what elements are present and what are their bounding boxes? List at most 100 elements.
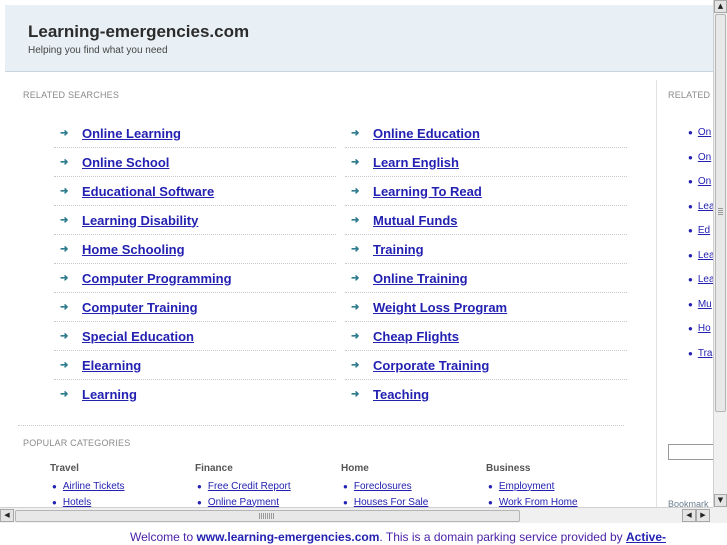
arrow-right-icon: ➜ xyxy=(60,359,69,371)
category-title: Business xyxy=(486,463,531,474)
sidebar-item: ● Ed xyxy=(688,225,710,236)
sidebar-link[interactable]: Mu xyxy=(698,299,712,310)
related-search-link-educational-software[interactable]: Educational Software xyxy=(82,184,214,199)
bullet-icon: ● xyxy=(688,226,693,235)
sidebar-link[interactable]: Tra xyxy=(698,348,713,359)
sidebar-item: ● Lea xyxy=(688,274,713,285)
arrow-right-icon: ➜ xyxy=(60,330,69,342)
related-search-link-cheap-flights[interactable]: Cheap Flights xyxy=(373,329,459,344)
arrow-right-icon: ➜ xyxy=(60,214,69,226)
related-search-link-online-learning[interactable]: Online Learning xyxy=(82,126,181,141)
horizontal-scroll-thumb[interactable] xyxy=(15,510,520,522)
bullet-icon: ● xyxy=(688,348,693,358)
arrow-right-icon: ➜ xyxy=(60,156,69,168)
related-search-item: ➜ Learning To Read xyxy=(345,177,627,206)
scroll-down-button[interactable]: ▼ xyxy=(714,494,727,507)
sidebar-link[interactable]: Ed xyxy=(698,225,710,236)
related-searches-heading: RELATED SEARCHES xyxy=(23,90,120,100)
arrow-right-icon: ➜ xyxy=(351,301,360,313)
related-search-link-learning-disability[interactable]: Learning Disability xyxy=(82,213,198,228)
sidebar-link[interactable]: Ho xyxy=(698,323,711,334)
category-link-foreclosures[interactable]: Foreclosures xyxy=(354,481,412,492)
scroll-up-button[interactable]: ▲ xyxy=(714,0,727,13)
category-link-online-payment[interactable]: Online Payment xyxy=(208,497,279,508)
horizontal-scrollbar[interactable]: ◀ ◀ ▶ xyxy=(0,507,713,523)
related-search-item: ➜ Learn English xyxy=(345,148,627,177)
provider-link[interactable]: Active- xyxy=(626,530,666,544)
arrow-right-icon: ➜ xyxy=(351,359,360,371)
related-search-item: ➜ Special Education xyxy=(54,322,336,351)
bullet-icon: ● xyxy=(488,481,493,491)
related-search-item: ➜ Training xyxy=(345,235,627,264)
category-link-row: ● Free Credit Report xyxy=(195,478,335,494)
related-search-link-learning[interactable]: Learning xyxy=(82,387,137,402)
category-link-free-credit-report[interactable]: Free Credit Report xyxy=(208,481,291,492)
sidebar-link[interactable]: Lea xyxy=(698,250,713,261)
category-link-row: ● Employment xyxy=(486,478,626,494)
bullet-icon: ● xyxy=(688,324,693,333)
related-sidebar: RELATED ● On ● On ● On ● Lea ● Ed ● Lea ● Lea ● Mu ● Ho ● T… xyxy=(668,80,713,510)
bullet-icon: ● xyxy=(688,201,693,211)
sidebar-link[interactable]: On xyxy=(698,176,711,187)
related-search-link-computer-training[interactable]: Computer Training xyxy=(82,300,198,315)
related-search-item: ➜ Computer Training xyxy=(54,293,336,322)
sidebar-item: ● On xyxy=(688,176,711,187)
sidebar-heading: RELATED xyxy=(668,90,711,100)
related-search-link-home-schooling[interactable]: Home Schooling xyxy=(82,242,185,257)
grip-icon xyxy=(718,208,723,216)
related-search-link-online-training[interactable]: Online Training xyxy=(373,271,468,286)
bullet-icon: ● xyxy=(52,497,57,507)
category-home: Home ● Foreclosures ● Houses For Sale xyxy=(341,463,481,510)
sidebar-link[interactable]: Lea xyxy=(698,201,713,212)
sidebar-link[interactable]: On xyxy=(698,127,711,138)
related-search-item: ➜ Computer Programming xyxy=(54,264,336,293)
category-link-work-from-home[interactable]: Work From Home xyxy=(499,497,578,508)
arrow-right-icon: ➜ xyxy=(351,389,360,400)
related-search-link-weight-loss-program[interactable]: Weight Loss Program xyxy=(373,300,507,315)
arrow-right-icon: ➜ xyxy=(351,185,360,197)
related-search-link-mutual-funds[interactable]: Mutual Funds xyxy=(373,213,458,228)
sidebar-item: ● Ho xyxy=(688,323,711,334)
related-search-link-computer-programming[interactable]: Computer Programming xyxy=(82,271,232,286)
category-link-row: ● Airline Tickets xyxy=(50,478,190,494)
related-search-link-learn-english[interactable]: Learn English xyxy=(373,155,459,170)
sidebar-item: ● On xyxy=(688,127,711,138)
bullet-icon: ● xyxy=(688,152,693,162)
scroll-left-small-button[interactable]: ◀ xyxy=(682,509,696,522)
vertical-scroll-thumb[interactable] xyxy=(715,14,726,412)
arrow-right-icon: ➜ xyxy=(60,243,69,255)
arrow-right-icon: ➜ xyxy=(60,127,69,139)
category-title: Finance xyxy=(195,463,233,474)
related-search-link-online-education[interactable]: Online Education xyxy=(373,126,480,141)
related-search-item: ➜ Cheap Flights xyxy=(345,322,627,351)
related-search-link-elearning[interactable]: Elearning xyxy=(82,358,141,373)
arrow-right-icon: ➜ xyxy=(351,330,360,342)
related-search-link-learning-to-read[interactable]: Learning To Read xyxy=(373,184,482,199)
sidebar-item: ● Lea xyxy=(688,201,713,212)
related-search-item: ➜ Weight Loss Program xyxy=(345,293,627,322)
scroll-right-button[interactable]: ▶ xyxy=(696,509,710,522)
category-link-hotels[interactable]: Hotels xyxy=(63,497,91,508)
related-search-link-corporate-training[interactable]: Corporate Training xyxy=(373,358,489,373)
category-link-employment[interactable]: Employment xyxy=(499,481,555,492)
category-link-airline-tickets[interactable]: Airline Tickets xyxy=(63,481,125,492)
category-link-row: ● Foreclosures xyxy=(341,478,481,494)
sidebar-link[interactable]: On xyxy=(698,152,711,163)
related-search-item: ➜ Corporate Training xyxy=(345,351,627,380)
related-search-item: ➜ Online School xyxy=(54,148,336,177)
scroll-left-button[interactable]: ◀ xyxy=(0,509,14,522)
related-search-link-online-school[interactable]: Online School xyxy=(82,155,169,170)
sidebar-search-input[interactable] xyxy=(668,444,713,460)
arrow-right-icon: ➜ xyxy=(351,156,360,168)
related-search-link-teaching[interactable]: Teaching xyxy=(373,387,429,402)
category-link-houses-for-sale[interactable]: Houses For Sale xyxy=(354,497,428,508)
popular-categories-heading: POPULAR CATEGORIES xyxy=(23,438,131,448)
vertical-scrollbar[interactable]: ▲ ▼ xyxy=(713,0,727,507)
site-tagline: Helping you find what you need xyxy=(28,45,168,56)
sidebar-link[interactable]: Lea xyxy=(698,274,713,285)
arrow-right-icon: ➜ xyxy=(60,301,69,313)
related-searches-right-column: ➜ Online Education ➜ Learn English ➜ Learning… xyxy=(345,119,627,409)
related-search-link-special-education[interactable]: Special Education xyxy=(82,329,194,344)
bullet-icon: ● xyxy=(52,481,57,491)
related-search-link-training[interactable]: Training xyxy=(373,242,424,257)
